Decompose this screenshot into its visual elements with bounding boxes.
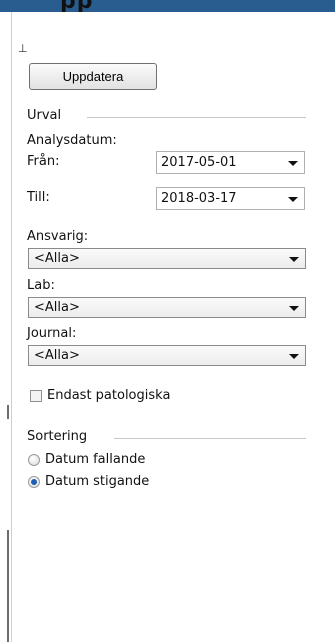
responsible-label: Ansvarig:: [27, 229, 89, 244]
pin-icon[interactable]: ⊥: [18, 43, 28, 54]
chevron-down-icon[interactable]: [289, 305, 299, 311]
journal-value: <Alla>: [34, 348, 80, 363]
chevron-down-icon[interactable]: [288, 196, 298, 202]
lab-select[interactable]: <Alla>: [28, 297, 306, 318]
journal-select[interactable]: <Alla>: [28, 345, 306, 366]
chevron-down-icon[interactable]: [289, 353, 299, 359]
from-date-picker[interactable]: 2017-05-01: [156, 151, 305, 174]
responsible-value: <Alla>: [34, 251, 80, 266]
from-date-value: 2017-05-01: [161, 155, 237, 170]
from-date-label: Från:: [27, 154, 60, 169]
refresh-button[interactable]: Uppdatera: [29, 63, 157, 90]
chevron-down-icon[interactable]: [289, 256, 299, 262]
sort-group-divider: [114, 438, 306, 439]
sort-date-ascending-radio[interactable]: [28, 475, 40, 488]
sort-date-ascending-label[interactable]: Datum stigande: [45, 474, 149, 489]
to-date-label: Till:: [27, 190, 50, 205]
window-top-bar: pp: [0, 0, 335, 12]
pathological-only-checkbox[interactable]: [30, 389, 42, 402]
splitter-handle-upper[interactable]: [7, 405, 9, 419]
pathological-only-option[interactable]: Endast patologiska: [30, 388, 170, 403]
sort-date-ascending-option[interactable]: Datum stigande: [28, 474, 149, 489]
lab-value: <Alla>: [34, 300, 80, 315]
filter-panel: pp ⊥ Uppdatera Urval Analysdatum: Från: …: [0, 0, 335, 642]
pathological-only-label[interactable]: Endast patologiska: [47, 388, 170, 403]
splitter-handle-lower[interactable]: [7, 530, 9, 642]
to-date-picker[interactable]: 2018-03-17: [156, 187, 305, 210]
chevron-down-icon[interactable]: [288, 160, 298, 166]
responsible-select[interactable]: <Alla>: [28, 248, 306, 269]
sort-date-descending-label[interactable]: Datum fallande: [45, 452, 145, 467]
journal-label: Journal:: [27, 326, 77, 341]
lab-label: Lab:: [27, 278, 55, 293]
panel-left-border: [11, 12, 12, 642]
to-date-value: 2018-03-17: [161, 191, 237, 206]
sort-date-descending-radio[interactable]: [28, 453, 40, 466]
window-title-fragment: pp: [60, 0, 94, 12]
analysis-date-label: Analysdatum:: [27, 133, 117, 148]
selection-group-divider: [87, 117, 306, 118]
sort-date-descending-option[interactable]: Datum fallande: [28, 452, 145, 467]
sort-group-title: Sortering: [27, 429, 92, 444]
selection-group-title: Urval: [27, 108, 66, 123]
